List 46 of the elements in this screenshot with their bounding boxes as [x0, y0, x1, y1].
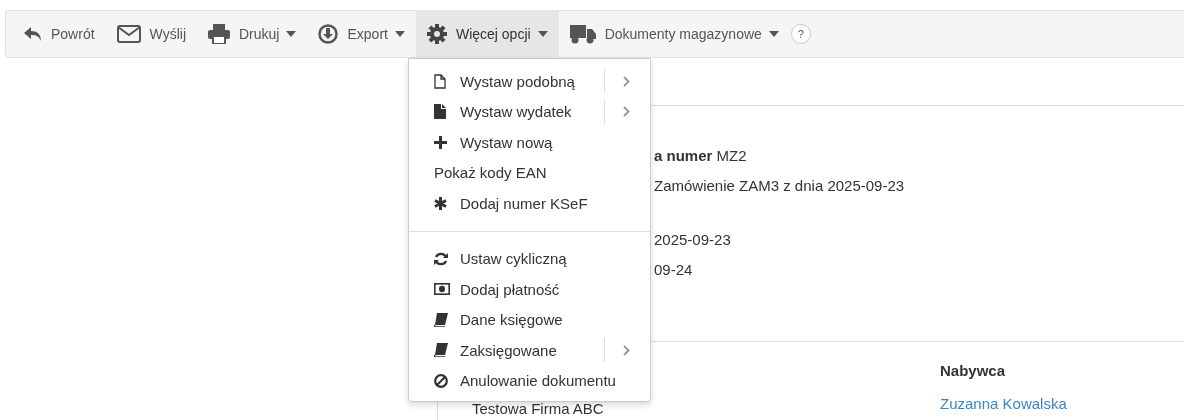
refresh-icon [434, 251, 448, 266]
envelope-icon [116, 25, 141, 43]
file-icon [434, 104, 446, 120]
chevron-right-icon [623, 344, 630, 356]
document-text: 09-24 [654, 260, 694, 280]
menu-item[interactable]: Dodaj numer KSeF [409, 188, 650, 219]
reply-arrow-icon [24, 27, 42, 41]
asterisk-icon [434, 196, 447, 210]
menu-item[interactable]: Wystaw podobną [409, 66, 650, 97]
menu-item[interactable]: Anulowanie dokumentu [409, 365, 650, 396]
truck-icon [569, 24, 596, 44]
toolbar-button[interactable]: Wyślij [105, 11, 197, 57]
toolbar-button[interactable]: Drukuj [197, 11, 308, 57]
menu-item[interactable]: Wystaw wydatek [409, 96, 650, 127]
caret-icon [537, 31, 548, 37]
toolbar-button[interactable]: Dokumenty magazynowe [558, 11, 790, 57]
menu-item[interactable]: Zaksięgowane [409, 335, 650, 366]
menu-item[interactable]: Dodaj płatność [409, 274, 650, 305]
toolbar-button[interactable]: Więcej opcji [415, 11, 559, 57]
banknote-icon [434, 283, 450, 296]
menu-item[interactable]: Pokaż kody EAN [409, 157, 650, 188]
menu-item[interactable]: Dane księgowe [409, 304, 650, 335]
buyer-link[interactable]: Zuzanna Kowalska [940, 395, 1067, 412]
seller-name: Testowa Firma ABC [472, 400, 605, 417]
gear-icon [426, 24, 447, 44]
book-icon [434, 343, 448, 358]
download-icon [318, 24, 339, 44]
menu-item[interactable]: Ustaw cykliczną [409, 243, 650, 274]
toolbar-button[interactable]: Export [307, 11, 416, 57]
file-icon [434, 73, 446, 89]
document-text: a numer MZ2 [654, 146, 748, 166]
caret-icon [768, 31, 779, 37]
book-icon [434, 312, 448, 327]
help-button[interactable]: ? [790, 24, 811, 44]
menu-item[interactable]: Wystaw nową [409, 127, 650, 158]
chevron-right-icon [623, 106, 630, 118]
printer-icon [208, 24, 230, 44]
document-text: 2025-09-23 [654, 230, 732, 250]
document-text: Zamówienie ZAM3 z dnia 2025-09-23 [654, 176, 906, 196]
buyer-heading: Nabywca [940, 362, 1007, 379]
caret-icon [394, 31, 405, 37]
ban-icon [434, 373, 448, 388]
toolbar-button[interactable]: Powrót [13, 11, 106, 57]
caret-icon [286, 31, 297, 37]
plus-icon [434, 135, 447, 149]
chevron-right-icon [623, 75, 630, 87]
